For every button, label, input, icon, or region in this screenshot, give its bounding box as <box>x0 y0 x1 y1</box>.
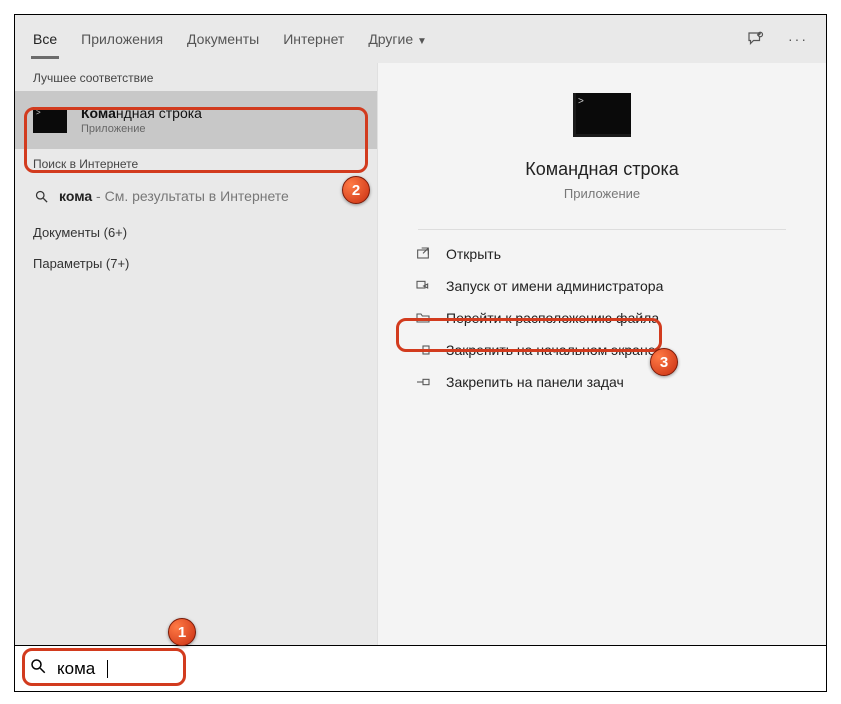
cmd-icon <box>33 107 67 133</box>
best-match-result[interactable]: Командная строка Приложение <box>15 91 377 149</box>
best-match-title: Командная строка <box>81 105 202 121</box>
group-documents[interactable]: Документы (6+) <box>15 215 377 240</box>
web-search-label: Поиск в Интернете <box>15 149 377 177</box>
chevron-right-icon: › <box>354 187 359 205</box>
open-icon <box>414 246 432 262</box>
more-icon[interactable]: ··· <box>788 31 808 47</box>
pin-start-icon <box>414 342 432 358</box>
pin-taskbar-icon <box>414 374 432 390</box>
preview-subtitle: Приложение <box>564 186 640 201</box>
results-panel: Лучшее соответствие Командная строка При… <box>15 63 377 645</box>
folder-icon <box>414 310 432 326</box>
action-open[interactable]: Открыть <box>402 238 826 270</box>
tab-apps[interactable]: Приложения <box>81 31 163 47</box>
feedback-icon[interactable] <box>746 30 764 48</box>
divider <box>418 229 785 230</box>
best-match-subtitle: Приложение <box>81 123 202 135</box>
group-settings[interactable]: Параметры (7+) <box>15 240 377 271</box>
action-pin-start[interactable]: Закрепить на начальном экране <box>402 334 826 366</box>
action-run-as-admin[interactable]: Запуск от имени администратора <box>402 270 826 302</box>
preview-app-icon <box>573 93 631 137</box>
preview-title: Командная строка <box>525 159 679 180</box>
action-pin-taskbar[interactable]: Закрепить на панели задач <box>402 366 826 398</box>
tab-internet[interactable]: Интернет <box>283 31 344 47</box>
best-match-label: Лучшее соответствие <box>15 63 377 91</box>
header-tabs: Все Приложения Документы Интернет Другие… <box>15 15 826 63</box>
preview-panel: Командная строка Приложение Открыть Запу… <box>377 63 826 645</box>
admin-icon <box>414 278 432 294</box>
search-input[interactable] <box>57 659 107 679</box>
action-open-location[interactable]: Перейти к расположению файла <box>402 302 826 334</box>
tab-docs[interactable]: Документы <box>187 31 259 47</box>
search-bar <box>15 645 826 691</box>
search-icon <box>33 189 49 204</box>
tab-all[interactable]: Все <box>33 31 57 47</box>
search-icon <box>29 657 47 680</box>
tab-other[interactable]: Другие ▼ <box>368 31 427 47</box>
web-search-result[interactable]: кома - См. результаты в Интернете › <box>15 177 377 215</box>
